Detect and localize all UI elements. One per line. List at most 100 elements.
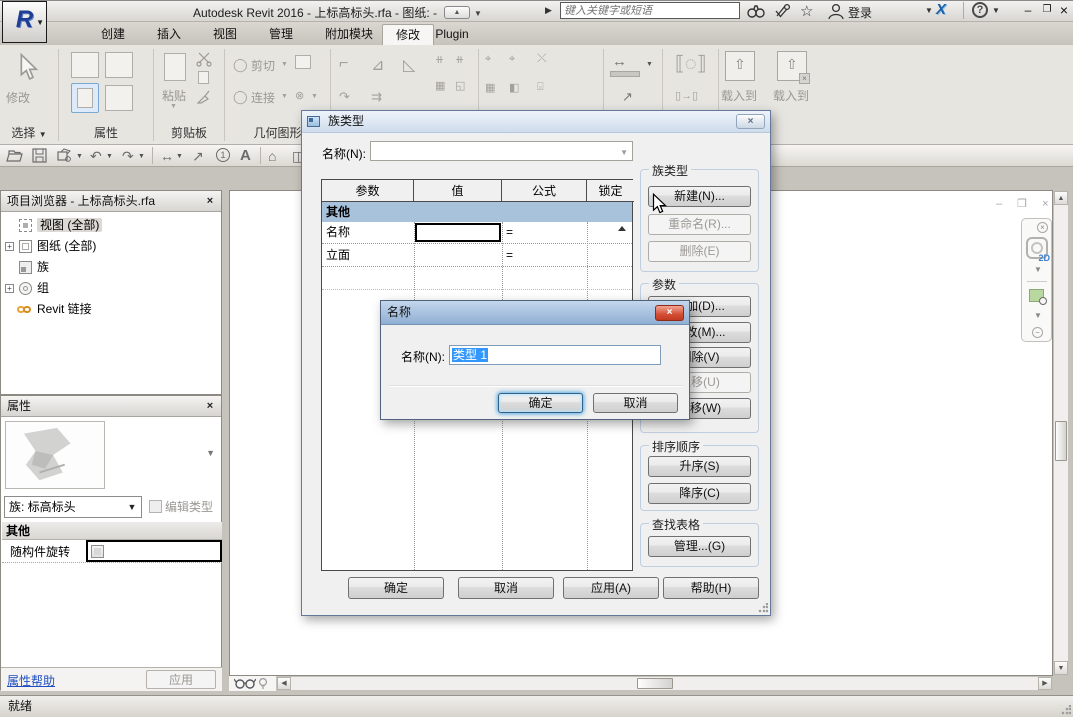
- tab-manage[interactable]: 管理: [253, 24, 309, 45]
- split-icon[interactable]: ◺: [403, 55, 415, 75]
- help-search-box[interactable]: [560, 2, 740, 19]
- synchronize-caret-icon[interactable]: ▼: [76, 153, 83, 160]
- maximize-button[interactable]: ❐: [1039, 3, 1055, 18]
- navbar-collapse-icon[interactable]: −: [1032, 327, 1043, 338]
- preview-dropdown-icon[interactable]: ▼: [206, 448, 215, 458]
- family-category-icon[interactable]: [105, 85, 133, 111]
- steering-wheel-icon[interactable]: 2D: [1026, 237, 1048, 259]
- undo-caret-icon[interactable]: ▼: [106, 153, 113, 160]
- cope-icon[interactable]: [295, 55, 311, 69]
- scroll-left-icon[interactable]: ◀: [277, 677, 291, 690]
- search-binoculars-icon[interactable]: [746, 2, 766, 20]
- default-3d-view-icon[interactable]: ⌂: [268, 147, 276, 165]
- exchange-apps-icon[interactable]: X: [936, 1, 946, 18]
- navbar-close-icon[interactable]: ×: [1037, 222, 1048, 233]
- join-geometry-label[interactable]: 连接: [251, 89, 275, 106]
- col-header-formula[interactable]: 公式: [502, 180, 587, 202]
- tab-create[interactable]: 创建: [85, 24, 141, 45]
- panel-label-clipboard[interactable]: 剪贴板: [154, 126, 224, 141]
- aligned-dimension-qat-icon[interactable]: ↗: [192, 147, 204, 165]
- cut-caret-icon[interactable]: ▼: [281, 61, 288, 68]
- zoom-caret-icon[interactable]: ▼: [1034, 311, 1042, 320]
- manage-lookup-button[interactable]: 管理...(G): [648, 536, 751, 557]
- measure-icon[interactable]: ↔: [612, 53, 627, 70]
- properties-apply-button[interactable]: 应用: [146, 670, 216, 689]
- component-icon[interactable]: ▯→▯: [675, 89, 698, 102]
- load-into-project-close-icon[interactable]: ⇧ ×: [777, 51, 807, 81]
- unpin-icon[interactable]: ⌖: [509, 53, 515, 66]
- view-window-controls[interactable]: – ❐ ×: [996, 197, 1055, 210]
- tag-icon[interactable]: 1: [216, 148, 230, 162]
- move-icon[interactable]: ⇉: [371, 89, 382, 105]
- family-type-combobox[interactable]: 族: 标高标头 ▼: [4, 496, 142, 518]
- zoom-tool-icon[interactable]: [1029, 289, 1044, 302]
- copy-icon[interactable]: [198, 71, 209, 84]
- name-value-input[interactable]: [415, 223, 501, 242]
- load-into-project-icon[interactable]: ⇧: [725, 51, 755, 81]
- table-group-row-other[interactable]: 其他: [322, 202, 632, 222]
- elevation-formula-cell[interactable]: =: [506, 245, 513, 266]
- join-caret-icon[interactable]: ▼: [281, 93, 288, 100]
- search-input[interactable]: [561, 4, 739, 19]
- modify-cursor-icon[interactable]: [16, 53, 40, 86]
- signin-label[interactable]: 登录: [848, 4, 872, 21]
- project-browser-close-icon[interactable]: ×: [203, 194, 217, 208]
- paste-label[interactable]: 粘贴: [162, 87, 186, 104]
- close-button[interactable]: ×: [1056, 3, 1072, 18]
- text-icon[interactable]: A: [240, 147, 251, 165]
- tab-modify[interactable]: 修改: [382, 24, 434, 45]
- name-dialog-close-button[interactable]: ×: [655, 305, 684, 321]
- family-types-icon[interactable]: [105, 52, 133, 78]
- reveal-hidden-glasses-icon[interactable]: [234, 676, 256, 690]
- cut-geometry-icon[interactable]: ◯: [233, 57, 248, 73]
- name-input[interactable]: 类型 1: [449, 345, 661, 365]
- expand-icon[interactable]: +: [5, 242, 14, 251]
- temporary-hide-bulb-icon[interactable]: [258, 677, 268, 690]
- project-browser-title[interactable]: 项目浏览器 - 上标高标头.rfa: [1, 191, 221, 212]
- scroll-up-icon[interactable]: ▲: [1054, 191, 1068, 205]
- col-header-lock[interactable]: 锁定: [587, 180, 634, 202]
- signin-caret-icon[interactable]: ▼: [925, 6, 933, 15]
- synchronize-icon[interactable]: [56, 148, 73, 166]
- properties-close-icon[interactable]: ×: [203, 399, 217, 413]
- expand-icon[interactable]: +: [5, 284, 14, 293]
- delete-pin-icon[interactable]: ⤬: [537, 51, 547, 66]
- scroll-right-icon[interactable]: ▶: [1038, 677, 1052, 690]
- mirror-icon[interactable]: ⧺: [455, 53, 464, 66]
- cancel-button[interactable]: 取消: [458, 577, 554, 599]
- vscroll-thumb[interactable]: [1055, 421, 1067, 461]
- name-dialog-title[interactable]: 名称: [381, 301, 689, 325]
- type-name-combobox[interactable]: ▼: [370, 141, 633, 161]
- rename-type-button[interactable]: 重命名(R)...: [648, 214, 751, 235]
- col-header-value[interactable]: 值: [414, 180, 502, 202]
- unjoin-caret-icon[interactable]: ▼: [311, 93, 318, 100]
- horizontal-scrollbar[interactable]: ◀ ▶: [276, 676, 1053, 691]
- tree-item-families[interactable]: 族: [1, 257, 221, 278]
- tree-item-revit-links[interactable]: Revit 链接: [1, 299, 221, 320]
- trim-icon[interactable]: ⊿: [371, 55, 384, 75]
- measure-qat-caret-icon[interactable]: ▼: [176, 153, 183, 160]
- ok-button[interactable]: 确定: [348, 577, 444, 599]
- apply-button[interactable]: 应用(A): [563, 577, 659, 599]
- tab-insert[interactable]: 插入: [141, 24, 197, 45]
- name-ok-button[interactable]: 确定: [498, 393, 583, 413]
- pin2-icon[interactable]: ⌻: [537, 81, 544, 94]
- type-name-caret-icon[interactable]: ▼: [620, 148, 628, 157]
- load-into-project-close-label[interactable]: 载入到: [773, 87, 809, 104]
- modify-tool-label[interactable]: 修改: [6, 89, 30, 106]
- pin-icon[interactable]: ⌖: [485, 53, 491, 66]
- panel-label-properties[interactable]: 属性: [59, 126, 153, 141]
- name-cancel-button[interactable]: 取消: [593, 393, 678, 413]
- minimize-button[interactable]: –: [1020, 3, 1036, 18]
- undo-icon[interactable]: ↶: [90, 147, 102, 165]
- tab-view[interactable]: 视图: [197, 24, 253, 45]
- join-geometry-icon[interactable]: ◯: [233, 89, 248, 105]
- rotate-checkbox[interactable]: [91, 545, 104, 558]
- edit-type-button[interactable]: 编辑类型: [149, 496, 221, 518]
- help-icon[interactable]: ?: [972, 2, 988, 18]
- family-types-close-button[interactable]: ×: [736, 114, 765, 129]
- rotate-icon[interactable]: ↷: [339, 89, 350, 105]
- help-button[interactable]: 帮助(H): [663, 577, 759, 599]
- family-types-dialog-title[interactable]: 族类型: [302, 111, 770, 133]
- tab-addins[interactable]: 附加模块: [309, 24, 389, 45]
